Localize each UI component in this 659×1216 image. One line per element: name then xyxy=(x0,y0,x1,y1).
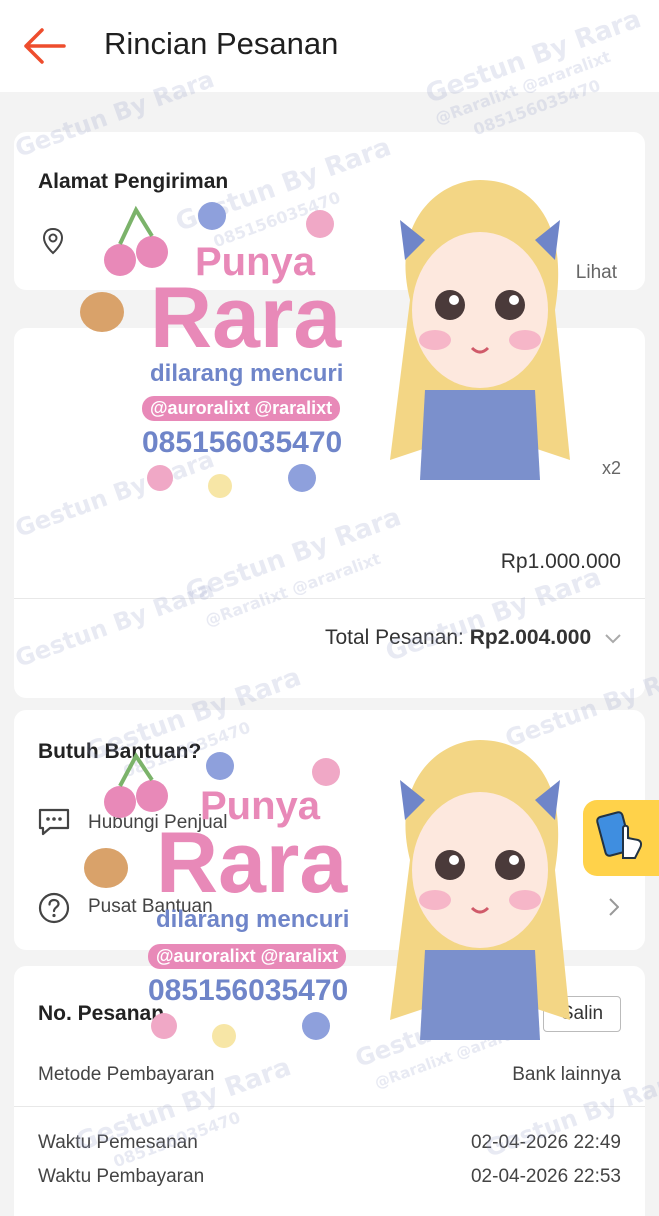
order-total-value: Rp2.004.000 xyxy=(469,626,592,649)
chat-bubble-icon xyxy=(36,806,72,843)
question-circle-icon xyxy=(38,892,70,929)
chevron-right-icon xyxy=(609,898,620,921)
top-app-bar: Rincian Pesanan xyxy=(0,0,659,92)
divider xyxy=(14,1106,645,1107)
phone-tap-icon xyxy=(596,811,643,859)
page-title: Rincian Pesanan xyxy=(104,26,339,61)
location-pin-icon xyxy=(42,227,64,260)
payment-method-label: Metode Pembayaran xyxy=(38,1064,215,1085)
shipping-address-card[interactable]: Alamat Pengiriman Lihat xyxy=(14,132,645,290)
copy-order-number-button[interactable]: Salin xyxy=(543,996,621,1032)
order-number-label: No. Pesanan xyxy=(38,1002,165,1025)
floating-help-button[interactable] xyxy=(583,800,659,876)
shipping-address-title: Alamat Pengiriman xyxy=(38,170,229,193)
order-total-label: Total Pesanan: xyxy=(324,626,464,649)
product-subtotal: Rp1.000.000 xyxy=(500,550,621,573)
help-title: Butuh Bantuan? xyxy=(38,740,202,763)
product-quantity: x2 xyxy=(601,458,621,478)
product-card: x2 Rp1.000.000 Total Pesanan: Rp2.004.00… xyxy=(14,328,645,698)
payment-method-value: Bank lainnya xyxy=(512,1064,621,1085)
order-time-label: Waktu Pemesanan xyxy=(38,1132,198,1153)
payment-time-label: Waktu Pembayaran xyxy=(38,1166,205,1187)
order-info-card: No. Pesanan Salin Metode Pembayaran Bank… xyxy=(14,966,645,1216)
order-total-row[interactable]: Total Pesanan: Rp2.004.000 xyxy=(325,626,621,650)
help-item-contact-seller[interactable]: Hubungi Penjual xyxy=(14,790,645,860)
help-item-label: Pusat Bantuan xyxy=(88,896,213,917)
help-item-help-center[interactable]: Pusat Bantuan xyxy=(14,870,645,940)
divider xyxy=(14,598,645,599)
view-address-link[interactable]: Lihat xyxy=(576,262,617,284)
help-item-label: Hubungi Penjual xyxy=(88,812,228,833)
payment-time-value: 02-04-2026 22:53 xyxy=(470,1166,621,1187)
back-arrow-icon[interactable] xyxy=(22,26,68,66)
help-card: Butuh Bantuan? Hubungi Penjual Pusat Ban… xyxy=(14,710,645,950)
order-time-value: 02-04-2026 22:49 xyxy=(470,1132,621,1153)
chevron-down-icon xyxy=(605,626,621,650)
